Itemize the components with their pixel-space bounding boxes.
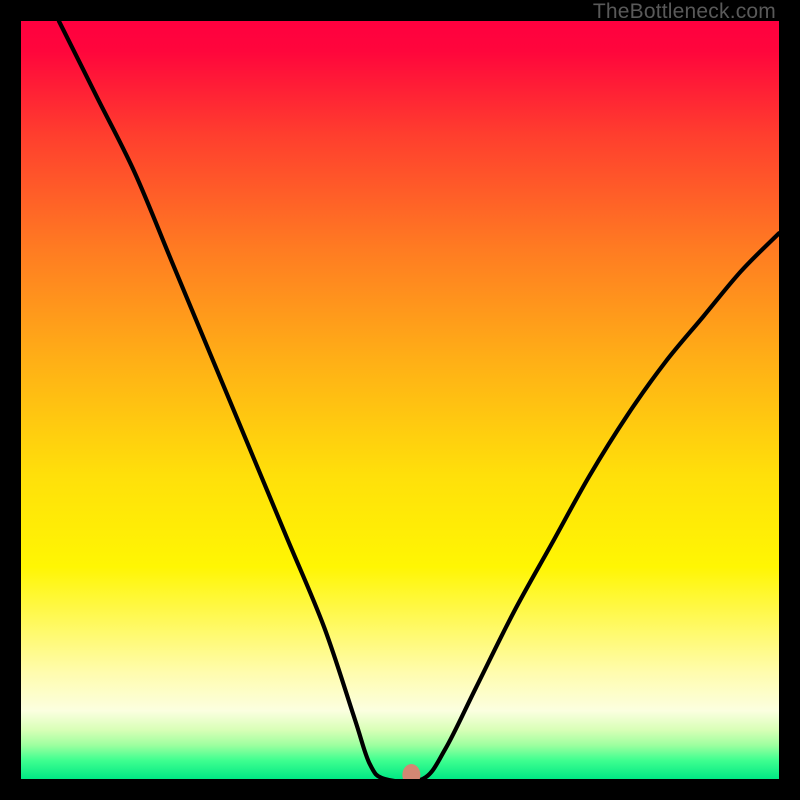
watermark-text: TheBottleneck.com <box>593 0 776 24</box>
chart-frame <box>21 21 779 779</box>
bottleneck-chart <box>21 21 779 779</box>
gradient-background <box>21 21 779 779</box>
